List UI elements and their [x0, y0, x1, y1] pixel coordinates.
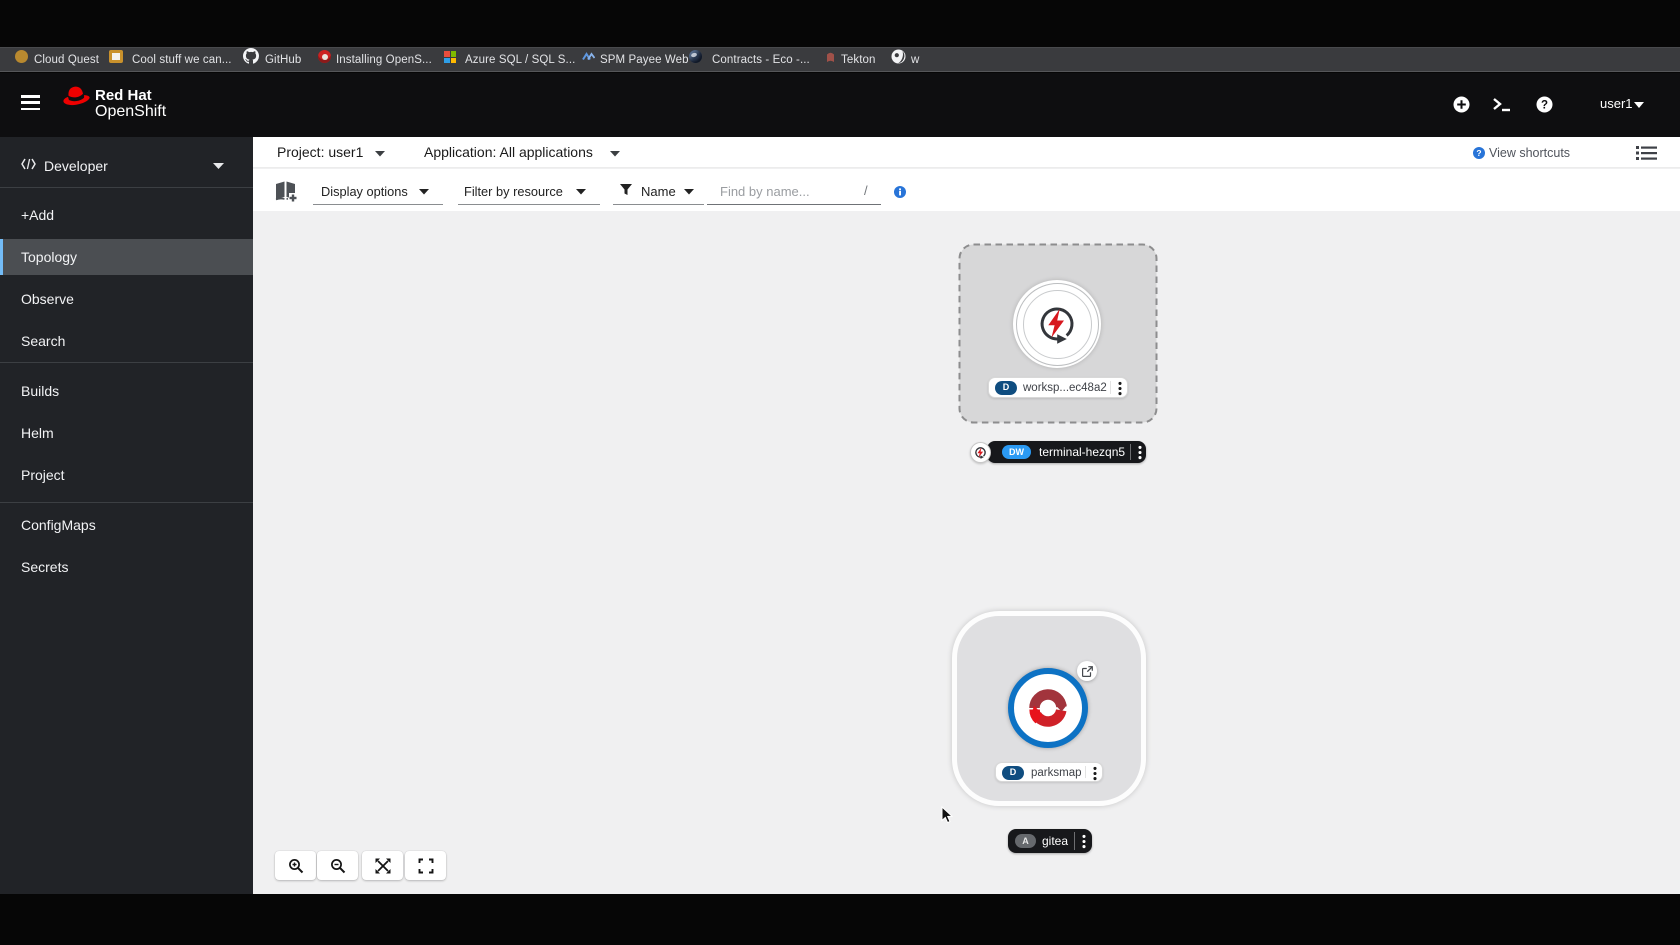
svg-text:?: ?	[1541, 99, 1548, 111]
svg-text:?: ?	[1476, 148, 1481, 158]
